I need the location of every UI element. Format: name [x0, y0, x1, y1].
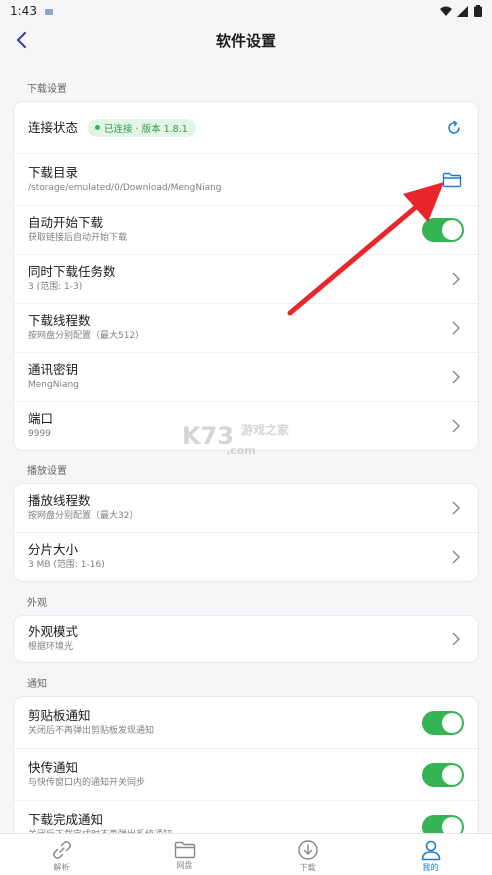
connection-status-title: 连接状态	[28, 119, 79, 135]
quick-transfer-notify-row: 快传通知 与快传窗口内的通知开关同步	[14, 749, 478, 801]
secret-key-row[interactable]: 通讯密钥 MengNiang	[14, 353, 478, 402]
clipboard-notify-subtitle: 关闭后不再弹出剪贴板发现通知	[28, 725, 155, 736]
section-title-download: 下载设置	[27, 84, 67, 95]
concurrent-tasks-title: 同时下载任务数	[28, 264, 116, 279]
playback-settings-card: 播放线程数 按网盘分别配置（最大32） 分片大小 3 MB (范围: 1-16)	[13, 483, 479, 582]
section-title-playback: 播放设置	[27, 466, 67, 477]
appearance-mode-row[interactable]: 外观模式 根据环境光	[14, 616, 478, 662]
status-bar: 1:43	[0, 0, 492, 22]
download-threads-row[interactable]: 下载线程数 按网盘分别配置（最大512）	[14, 304, 478, 353]
chevron-right-icon	[448, 631, 464, 647]
download-threads-subtitle: 按网盘分别配置（最大512）	[28, 331, 145, 341]
chunk-size-title: 分片大小	[28, 542, 79, 557]
port-value: 9999	[28, 429, 51, 439]
back-button[interactable]	[8, 26, 36, 54]
chunk-size-value: 3 MB (范围: 1-16)	[28, 560, 105, 570]
nav-me[interactable]: 我的	[369, 834, 492, 875]
auto-start-toggle[interactable]	[422, 218, 464, 242]
secret-key-title: 通讯密钥	[28, 362, 79, 377]
toggle-knob	[442, 220, 462, 240]
clipboard-notify-toggle[interactable]	[422, 710, 464, 735]
clipboard-notify-title: 剪贴板通知	[28, 707, 91, 723]
auto-start-row: 自动开始下载 获取链接后自动开始下载	[14, 206, 478, 255]
download-settings-card: 连接状态 已连接 · 版本 1.8.1 下载目录 /storage/emulat…	[13, 101, 479, 451]
notification-icon	[44, 8, 53, 15]
chunk-size-row[interactable]: 分片大小 3 MB (范围: 1-16)	[14, 533, 478, 581]
nav-parse-label: 解析	[53, 862, 70, 872]
choose-folder-button[interactable]	[440, 168, 464, 192]
refresh-button[interactable]	[444, 118, 464, 138]
auto-start-subtitle: 获取链接后自动开始下载	[28, 233, 128, 243]
folder-icon	[174, 841, 195, 858]
port-row[interactable]: 端口 9999	[14, 402, 478, 450]
section-title-notify: 通知	[27, 679, 47, 690]
play-threads-title: 播放线程数	[28, 493, 91, 508]
toggle-knob	[442, 712, 462, 733]
connection-status-badge: 已连接 · 版本 1.8.1	[88, 118, 196, 137]
page-title: 软件设置	[215, 31, 276, 50]
top-app-bar: 软件设置	[0, 22, 492, 58]
chevron-right-icon	[448, 320, 464, 336]
connection-status-row[interactable]: 连接状态 已连接 · 版本 1.8.1	[14, 102, 478, 154]
download-directory-row[interactable]: 下载目录 /storage/emulated/0/Download/MengNi…	[14, 154, 478, 206]
chevron-right-icon	[448, 369, 464, 385]
battery-icon	[474, 5, 482, 17]
concurrent-tasks-row[interactable]: 同时下载任务数 3 (范围: 1-3)	[14, 255, 478, 304]
signal-icon	[457, 5, 468, 17]
person-icon	[421, 840, 440, 860]
bottom-navigation: 解析 网盘 下载 我的	[0, 833, 492, 875]
concurrent-tasks-value: 3 (范围: 1-3)	[28, 282, 83, 292]
connection-status-label: 已连接 · 版本 1.8.1	[104, 123, 188, 135]
download-complete-notify-title: 下载完成通知	[28, 812, 104, 827]
refresh-icon	[448, 120, 460, 134]
appearance-mode-title: 外观模式	[28, 624, 79, 639]
appearance-card: 外观模式 根据环境光	[13, 615, 479, 663]
download-directory-path: /storage/emulated/0/Download/MengNiang	[28, 182, 222, 193]
link-icon	[52, 840, 71, 859]
chevron-left-icon	[16, 31, 27, 49]
chevron-right-icon	[448, 549, 464, 565]
auto-start-title: 自动开始下载	[28, 215, 104, 230]
nav-parse[interactable]: 解析	[0, 834, 123, 875]
nav-download[interactable]: 下载	[246, 834, 369, 875]
chevron-right-icon	[448, 271, 464, 287]
clipboard-notify-row: 剪贴板通知 关闭后不再弹出剪贴板发现通知	[14, 697, 478, 749]
nav-cloud-drive-label: 网盘	[176, 860, 193, 870]
section-title-appearance: 外观	[27, 598, 47, 609]
status-dot-icon	[95, 125, 101, 130]
folder-icon	[442, 172, 462, 187]
chevron-right-icon	[448, 418, 464, 434]
quick-transfer-notify-subtitle: 与快传窗口内的通知开关同步	[28, 777, 146, 788]
notify-card: 剪贴板通知 关闭后不再弹出剪贴板发现通知 快传通知 与快传窗口内的通知开关同步 …	[13, 696, 479, 854]
nav-me-label: 我的	[422, 862, 439, 872]
toggle-knob	[442, 764, 462, 785]
quick-transfer-notify-toggle[interactable]	[422, 762, 464, 787]
nav-cloud-drive[interactable]: 网盘	[123, 834, 246, 875]
appearance-mode-value: 根据环境光	[28, 642, 74, 652]
download-threads-title: 下载线程数	[28, 313, 91, 328]
nav-download-label: 下载	[299, 862, 316, 872]
wifi-icon	[440, 6, 452, 16]
secret-key-value: MengNiang	[28, 380, 79, 390]
port-title: 端口	[28, 411, 54, 426]
play-threads-subtitle: 按网盘分别配置（最大32）	[28, 511, 139, 521]
status-time: 1:43	[10, 4, 37, 18]
download-directory-title: 下载目录	[28, 164, 79, 180]
chevron-right-icon	[448, 500, 464, 516]
quick-transfer-notify-title: 快传通知	[28, 759, 79, 775]
download-icon	[297, 839, 318, 860]
play-threads-row[interactable]: 播放线程数 按网盘分别配置（最大32）	[14, 484, 478, 533]
settings-list: 下载设置 连接状态 已连接 · 版本 1.8.1 下载目录 /storage/e…	[0, 58, 492, 854]
